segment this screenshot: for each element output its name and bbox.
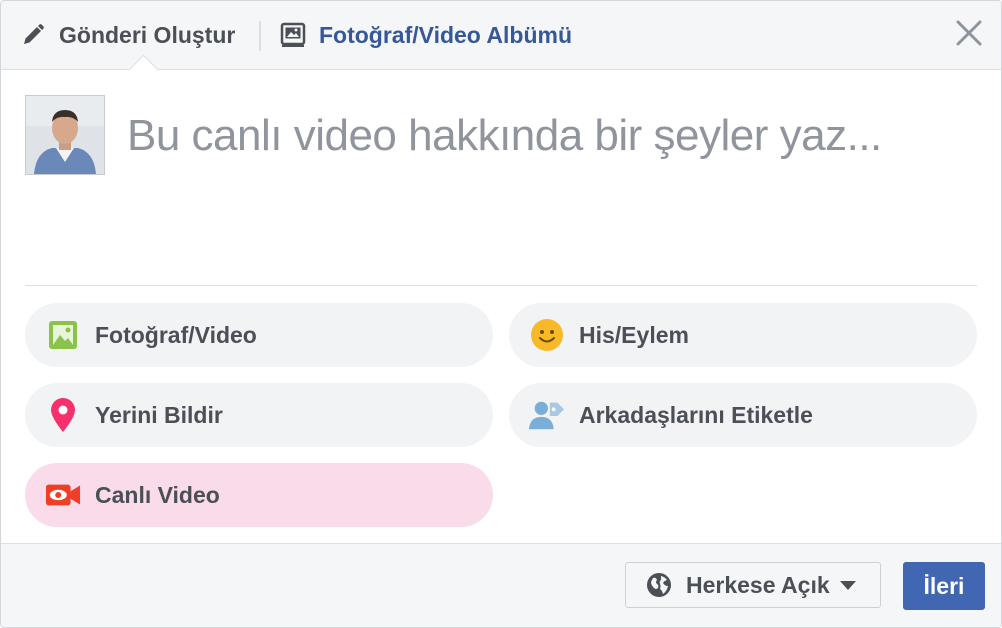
tag-friends-icon [529,397,565,433]
post-text-input[interactable]: Bu canlı video hakkında bir şeyler yaz..… [127,107,887,165]
dialog-header: Gönderi Oluştur Fotoğraf/Video Albümü [1,1,1001,85]
option-label: Yerini Bildir [95,401,223,428]
option-label: Fotoğraf/Video [95,321,257,348]
next-button[interactable]: İleri [903,562,985,610]
pencil-icon [19,21,47,49]
smiley-icon [529,317,565,353]
option-photo-video[interactable]: Fotoğraf/Video [25,303,493,367]
close-button[interactable] [955,20,983,51]
option-label: Arkadaşlarını Etiketle [579,401,813,428]
audience-label: Herkese Açık [686,571,830,598]
dialog-footer: Herkese Açık İleri [1,543,1001,627]
photo-album-icon [279,21,307,49]
tab-photo-video-album[interactable]: Fotoğraf/Video Albümü [279,1,572,69]
photo-icon [45,317,81,353]
option-live-video[interactable]: Canlı Video [25,463,493,527]
tab-photo-video-album-label: Fotoğraf/Video Albümü [319,21,572,48]
option-label: His/Eylem [579,321,689,348]
close-icon [956,20,982,51]
globe-icon [646,572,672,598]
option-label: Canlı Video [95,481,220,508]
location-pin-icon [45,397,81,433]
user-avatar[interactable] [25,95,105,175]
header-separator [259,21,261,51]
live-video-icon [45,477,81,513]
tab-create-post-label: Gönderi Oluştur [59,21,236,48]
tab-create-post[interactable]: Gönderi Oluştur [19,1,235,69]
audience-selector[interactable]: Herkese Açık [625,562,881,608]
create-post-dialog: Gönderi Oluştur Fotoğraf/Video Albümü Bu… [0,0,1002,628]
option-feeling-activity[interactable]: His/Eylem [509,303,977,367]
option-check-in[interactable]: Yerini Bildir [25,383,493,447]
composer-divider [25,285,977,286]
option-tag-friends[interactable]: Arkadaşlarını Etiketle [509,383,977,447]
chevron-down-icon [839,580,856,590]
